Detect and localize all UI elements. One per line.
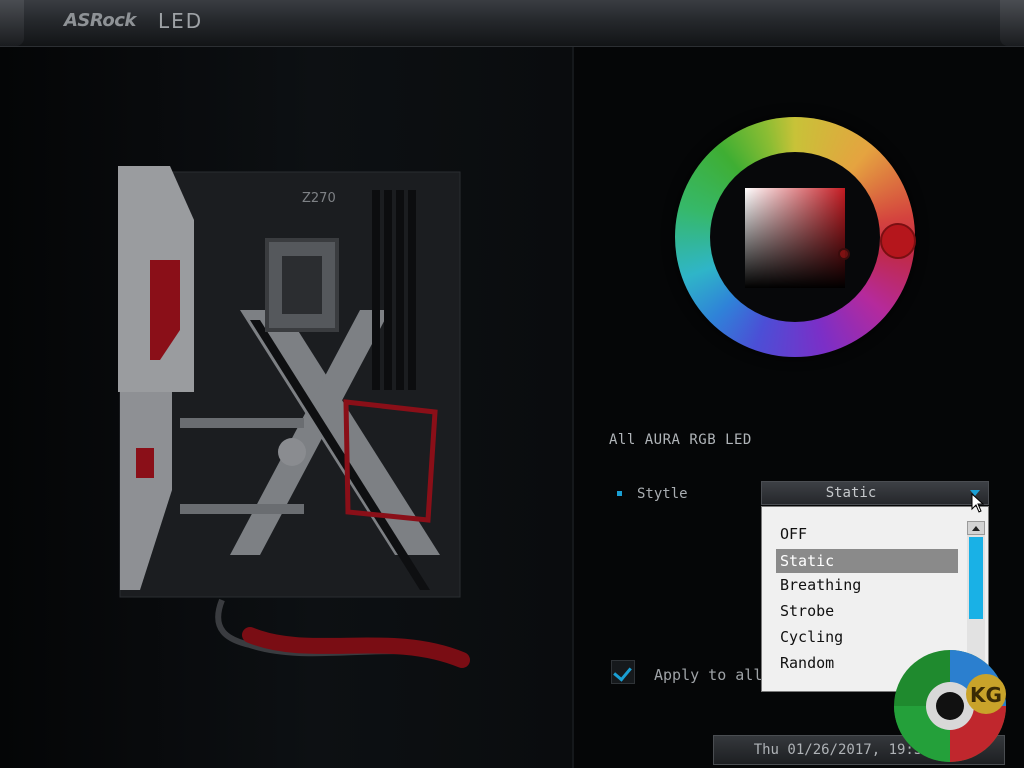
scrollbar-thumb[interactable] — [969, 537, 983, 619]
style-select[interactable]: Static — [761, 481, 989, 505]
title-bar-left-cap — [0, 0, 24, 46]
motherboard-image: Z270 — [110, 160, 480, 680]
asrock-logo: ASRock — [64, 10, 136, 31]
style-label: Stytle — [637, 486, 688, 502]
option-strobe[interactable]: Strobe — [776, 599, 958, 623]
option-breathing[interactable]: Breathing — [776, 573, 958, 597]
saturation-value-handle[interactable] — [838, 248, 850, 260]
checkmark-icon — [613, 662, 632, 682]
app-title: LED — [158, 9, 204, 33]
mouse-cursor-icon — [971, 493, 985, 513]
style-select-value: Static — [825, 485, 877, 501]
option-static[interactable]: Static — [776, 549, 958, 573]
kg-logo-text: KG — [970, 683, 1002, 707]
style-bullet-icon — [617, 491, 622, 496]
section-title: All AURA RGB LED — [609, 432, 752, 448]
title-bar-right-cap — [1000, 0, 1024, 46]
kitguru-watermark-logo: KG — [894, 650, 1006, 762]
hue-handle[interactable] — [880, 223, 916, 259]
apply-to-all-checkbox[interactable] — [611, 660, 635, 684]
title-bar: ASRock LED — [0, 0, 1024, 47]
board-model-label: Z270 — [302, 191, 336, 206]
saturation-value-square[interactable] — [745, 188, 845, 288]
option-off[interactable]: OFF — [776, 522, 958, 546]
scroll-up-button[interactable] — [967, 521, 985, 535]
apply-to-all-label[interactable]: Apply to all — [654, 666, 762, 684]
arrow-up-icon — [972, 526, 980, 531]
